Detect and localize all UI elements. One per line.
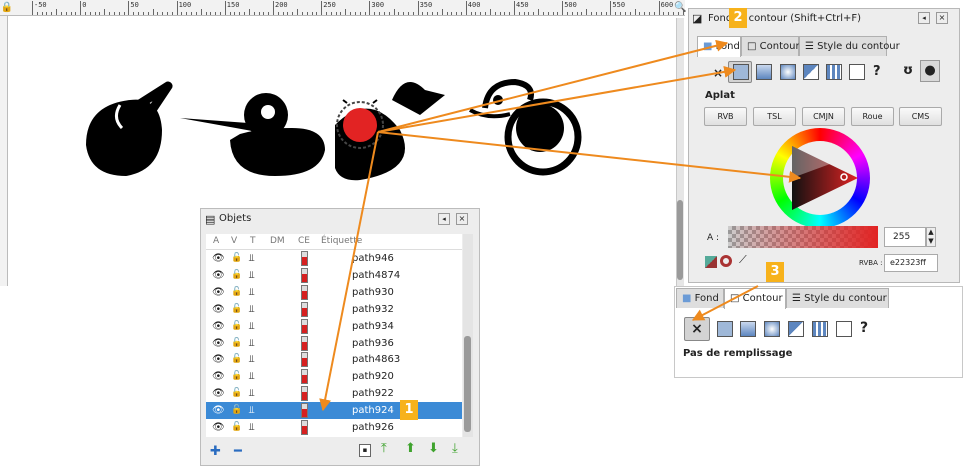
callout-2: 2 (729, 8, 747, 28)
arrow-to-no-paint (691, 285, 759, 321)
annotation-arrows (319, 39, 802, 412)
arrow-to-selected-row (319, 131, 379, 412)
callout-3: 3 (766, 262, 784, 282)
arrow-to-fill-tab (377, 39, 729, 133)
arrow-to-flat-button (377, 65, 737, 133)
arrow-to-color-wheel (377, 131, 802, 183)
callout-1: 1 (400, 400, 418, 420)
